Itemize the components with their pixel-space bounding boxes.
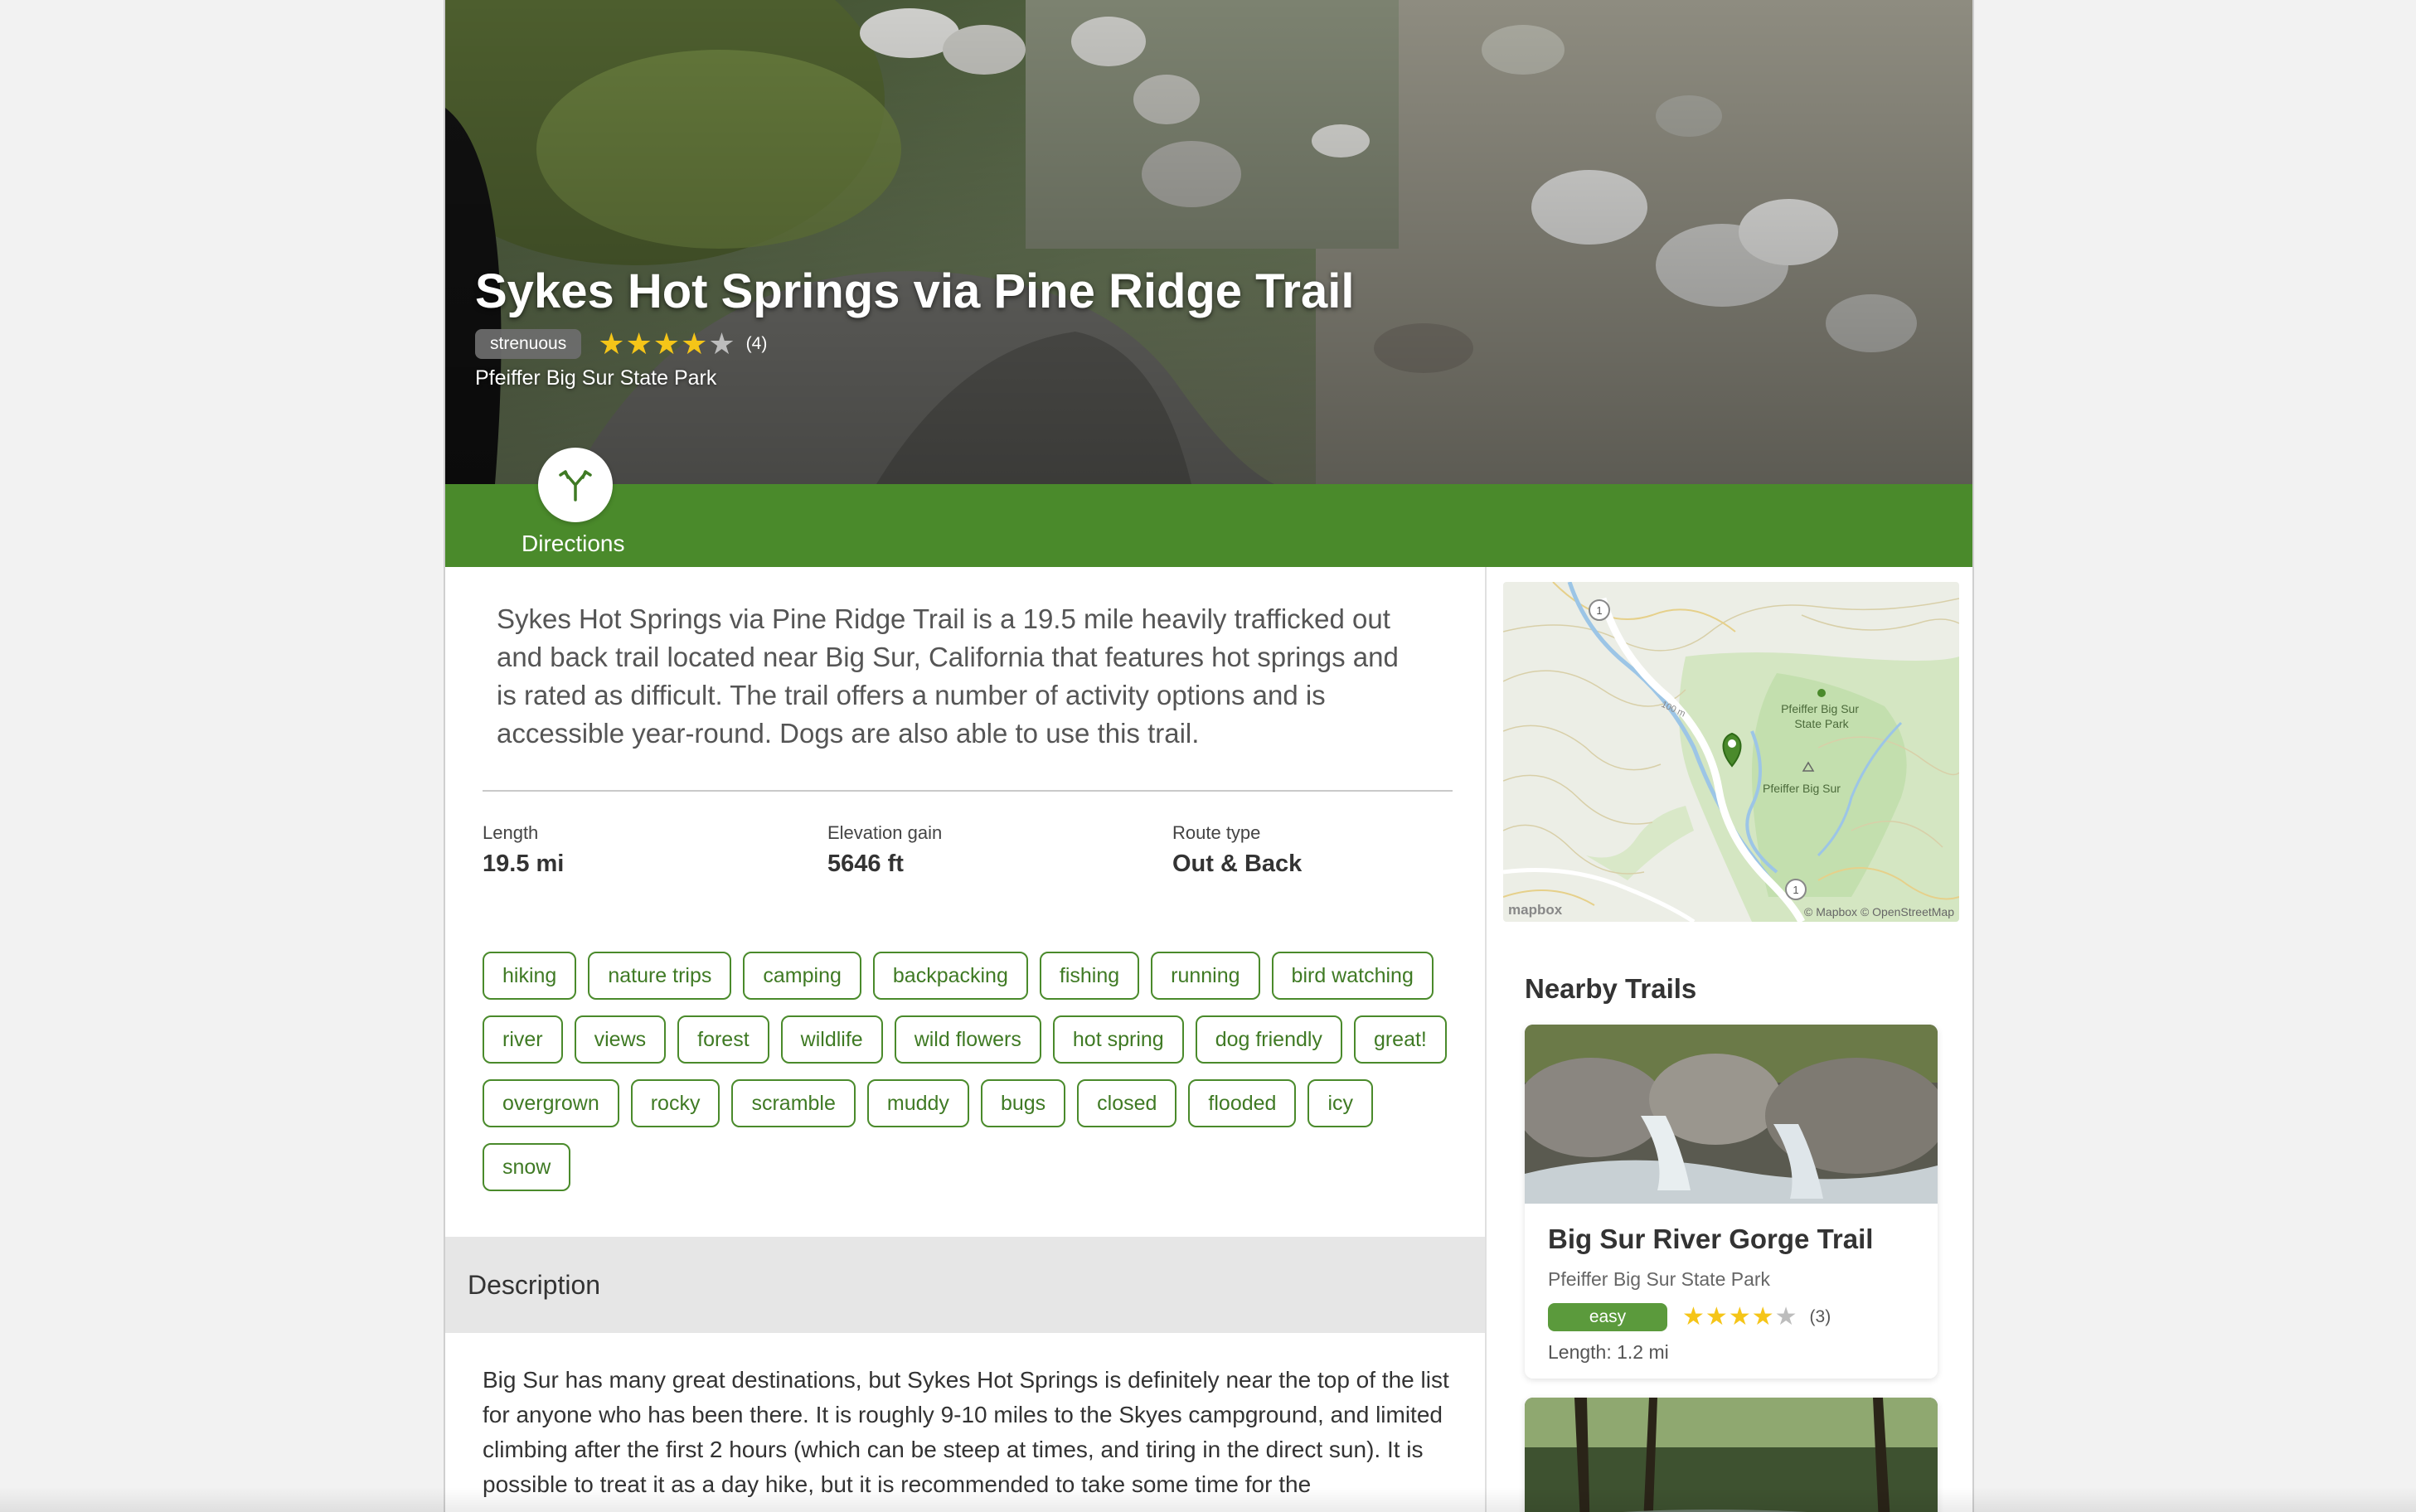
tag-list: hiking nature trips camping backpacking fish… [483,952,1469,1207]
description-body: Big Sur has many great destinations, but… [483,1367,1449,1497]
nearby-trail-card[interactable]: Big Sur River Gorge Trail Pfeiffer Big S… [1525,1025,1938,1379]
star-rating: ★ ★ ★ ★ ★ [598,327,735,361]
tag-chip[interactable]: bugs [980,1079,1066,1127]
map-canvas: 1 1 100 m Pfeiffer Big Sur State Park Pf… [1503,582,1959,922]
star-icon: ★ [1751,1303,1775,1330]
tag-chip[interactable]: rocky [630,1079,720,1127]
star-icon: ★ [1728,1303,1752,1330]
stat-route-type: Route type Out & Back [1172,822,1302,878]
park-name: Pfeiffer Big Sur State Park [475,366,717,390]
tag-row: snow [483,1143,1469,1191]
rating-count: (3) [1809,1306,1831,1326]
tag-chip[interactable]: fishing [1039,952,1140,1000]
tag-chip[interactable]: muddy [866,1079,969,1127]
fork-arrow-icon [559,470,592,502]
stat-value: 5646 ft [827,850,904,877]
tag-chip[interactable]: running [1151,952,1260,1000]
tag-chip[interactable]: wild flowers [894,1015,1041,1064]
mapbox-logo: mapbox [1508,902,1563,918]
star-icon: ★ [625,327,653,361]
map-park-label: Pfeiffer Big Sur [1781,702,1859,715]
trail-page: Sykes Hot Springs via Pine Ridge Trail s… [444,0,1974,1512]
nearby-trail-park: Pfeiffer Big Sur State Park [1548,1268,1771,1290]
hero-photo [445,0,1972,484]
action-bar: Directions [445,448,1972,567]
stat-label: Elevation gain [827,822,943,843]
tag-chip[interactable]: backpacking [872,952,1028,1000]
nearby-trail-meta: easy ★ ★ ★ ★ ★ (3) [1548,1302,1938,1331]
tag-chip[interactable]: hot spring [1052,1015,1184,1064]
main-content: Sykes Hot Springs via Pine Ridge Trail i… [445,567,1487,1512]
star-empty-icon: ★ [1774,1303,1798,1330]
trail-map[interactable]: 1 1 100 m Pfeiffer Big Sur State Park Pf… [1503,582,1959,922]
map-town-label: Pfeiffer Big Sur [1763,782,1841,795]
star-empty-icon: ★ [708,327,736,361]
directions-button[interactable] [538,448,613,522]
nearby-trail-name: Big Sur River Gorge Trail [1548,1224,1874,1254]
tag-chip[interactable]: icy [1307,1079,1374,1127]
star-rating: ★ ★ ★ ★ ★ [1682,1302,1798,1331]
divider [483,790,1453,792]
tag-chip[interactable]: wildlife [780,1015,883,1064]
tag-chip[interactable]: nature trips [588,952,732,1000]
route-marker-top: 1 [1596,604,1602,617]
stat-label: Route type [1172,822,1261,843]
star-icon: ★ [1705,1303,1729,1330]
nearby-trail-length: Length: 1.2 mi [1548,1341,1669,1363]
description-header[interactable]: Description [445,1237,1485,1333]
star-icon: ★ [681,327,709,361]
stat-length: Length 19.5 mi [483,822,564,878]
trail-summary: Sykes Hot Springs via Pine Ridge Trail i… [497,603,1399,749]
stat-label: Length [483,822,539,843]
stat-value: Out & Back [1172,850,1303,877]
tag-chip[interactable]: flooded [1188,1079,1297,1127]
sidebar: 1 1 100 m Pfeiffer Big Sur State Park Pf… [1487,567,1972,1512]
trail-meta: strenuous ★ ★ ★ ★ ★ (4) [475,327,767,361]
trail-title: Sykes Hot Springs via Pine Ridge Trail [475,264,1355,318]
nearby-trails-title: Nearby Trails [1525,973,1697,1004]
tag-chip[interactable]: great! [1353,1015,1447,1064]
tag-chip[interactable]: snow [483,1143,571,1191]
tag-chip[interactable]: dog friendly [1195,1015,1342,1064]
star-icon: ★ [1682,1303,1705,1330]
star-icon: ★ [598,327,626,361]
bottom-fade [0,1487,2416,1512]
star-icon: ★ [653,327,682,361]
trail-card-photo [1525,1025,1938,1204]
tag-row: hiking nature trips camping backpacking fish… [483,952,1469,1000]
tag-chip[interactable]: scramble [731,1079,856,1127]
tag-row: overgrown rocky scramble muddy bugs closed flo… [483,1079,1469,1127]
route-marker-bottom: 1 [1793,884,1798,896]
tag-chip[interactable]: views [574,1015,667,1064]
tag-chip[interactable]: forest [677,1015,769,1064]
tag-chip[interactable]: overgrown [483,1079,619,1127]
rating-count: (4) [745,334,768,353]
tag-chip[interactable]: river [483,1015,563,1064]
tag-chip[interactable]: closed [1077,1079,1177,1127]
map-attribution[interactable]: © Mapbox © OpenStreetMap [1804,905,1954,918]
tag-chip[interactable]: bird watching [1271,952,1434,1000]
stat-value: 19.5 mi [483,850,565,877]
stat-elevation: Elevation gain 5646 ft [827,822,942,878]
difficulty-badge: easy [1548,1302,1667,1331]
map-park-label-2: State Park [1794,717,1849,730]
tag-chip[interactable]: hiking [483,952,577,1000]
tag-row: river views forest wildlife wild flowers hot … [483,1015,1469,1064]
directions-label[interactable]: Directions [522,531,624,557]
tag-chip[interactable]: camping [743,952,861,1000]
difficulty-badge: strenuous [475,329,582,359]
hero-banner: Sykes Hot Springs via Pine Ridge Trail s… [445,0,1972,484]
